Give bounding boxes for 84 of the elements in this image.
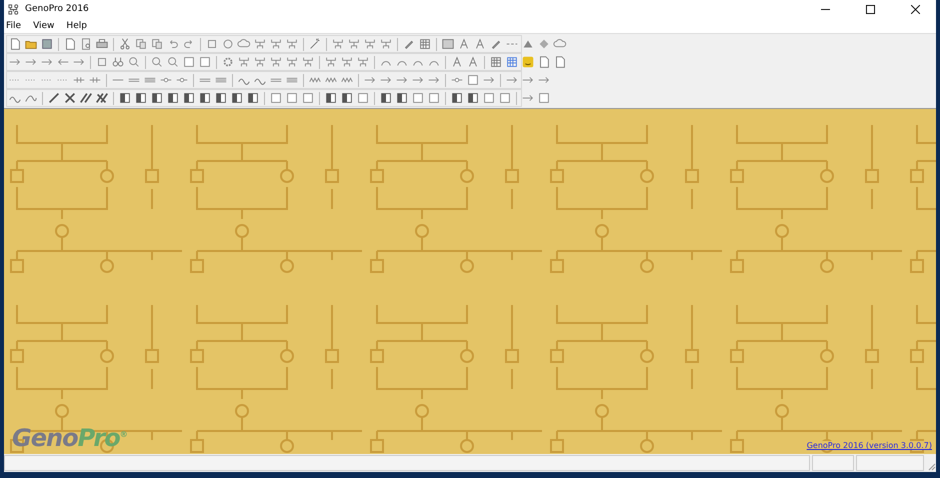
menu-item[interactable]: View	[33, 20, 54, 30]
frame-icon[interactable]	[198, 55, 212, 69]
picture-icon[interactable]	[441, 37, 455, 51]
pedigree-icon[interactable]	[269, 55, 283, 69]
frame-icon[interactable]	[182, 55, 196, 69]
square-icon[interactable]	[205, 37, 219, 51]
grid-icon[interactable]	[505, 55, 519, 69]
pedigree-icon[interactable]	[253, 37, 267, 51]
pedigree-icon[interactable]	[253, 55, 267, 69]
frame-icon[interactable]	[285, 91, 299, 105]
split-square-icon[interactable]	[198, 91, 212, 105]
menu-item[interactable]: Help	[66, 20, 87, 30]
pages-icon[interactable]	[134, 37, 148, 51]
document-icon[interactable]	[63, 37, 77, 51]
frame-icon[interactable]	[356, 91, 370, 105]
pedigree-icon[interactable]	[301, 55, 315, 69]
double-cross-icon[interactable]	[95, 91, 109, 105]
app-icon	[8, 4, 19, 14]
scissors-icon[interactable]	[118, 37, 132, 51]
frame-icon[interactable]	[482, 91, 496, 105]
split-square-icon[interactable]	[466, 91, 480, 105]
app-logo: GenoPro$^{®}$	[12, 424, 127, 452]
double-slash-icon[interactable]	[79, 91, 93, 105]
window-title: GenoPro 2016	[25, 4, 89, 14]
maximize-icon[interactable]	[866, 4, 875, 14]
pedigree-icon[interactable]	[363, 37, 377, 51]
split-square-icon[interactable]	[150, 91, 164, 105]
pedigree-icon[interactable]	[237, 55, 251, 69]
magnifier-icon[interactable]	[166, 55, 180, 69]
frame-icon[interactable]	[427, 91, 441, 105]
pedigree-icon[interactable]	[347, 37, 361, 51]
frame-icon[interactable]	[466, 73, 480, 87]
split-square-icon[interactable]	[340, 91, 354, 105]
square-icon[interactable]	[95, 55, 109, 69]
magnifier-icon[interactable]	[127, 55, 141, 69]
pedigree-icon[interactable]	[285, 55, 299, 69]
letter-icon[interactable]	[473, 37, 487, 51]
split-square-icon[interactable]	[246, 91, 260, 105]
binoculars-icon[interactable]	[111, 55, 125, 69]
slash-icon[interactable]	[47, 91, 61, 105]
grid-icon[interactable]	[418, 37, 432, 51]
split-square-icon[interactable]	[379, 91, 393, 105]
close-icon[interactable]	[911, 4, 920, 14]
split-square-icon[interactable]	[134, 91, 148, 105]
circle-icon[interactable]	[221, 37, 235, 51]
frame-icon[interactable]	[498, 91, 512, 105]
menu-item[interactable]: File	[6, 20, 22, 30]
pedigree-icon[interactable]	[269, 37, 283, 51]
document-icon[interactable]	[553, 55, 567, 69]
split-square-icon[interactable]	[182, 91, 196, 105]
split-square-icon[interactable]	[324, 91, 338, 105]
split-square-icon[interactable]	[395, 91, 409, 105]
pages-icon[interactable]	[150, 37, 164, 51]
version-link[interactable]: GenoPro 2016 (version 3.0.0.7)	[806, 441, 932, 450]
split-square-icon[interactable]	[166, 91, 180, 105]
pedigree-icon[interactable]	[331, 37, 345, 51]
pedigree-icon[interactable]	[324, 55, 338, 69]
split-square-icon[interactable]	[214, 91, 228, 105]
frame-icon[interactable]	[269, 91, 283, 105]
resize-grip-icon[interactable]	[926, 461, 936, 471]
frame-icon[interactable]	[301, 91, 315, 105]
grid-icon[interactable]	[489, 55, 503, 69]
printer-icon[interactable]	[95, 37, 109, 51]
split-square-icon[interactable]	[230, 91, 244, 105]
cross-icon[interactable]	[63, 91, 77, 105]
document-icon[interactable]	[537, 55, 551, 69]
wand-icon[interactable]	[308, 37, 322, 51]
document-icon[interactable]	[8, 37, 22, 51]
smiley-icon[interactable]	[521, 55, 535, 69]
split-square-icon[interactable]	[450, 91, 464, 105]
pedigree-icon[interactable]	[379, 37, 393, 51]
pedigree-icon[interactable]	[285, 37, 299, 51]
frame-icon[interactable]	[411, 91, 425, 105]
letter-icon[interactable]	[450, 55, 464, 69]
magnifier-icon[interactable]	[150, 55, 164, 69]
pedigree-icon[interactable]	[340, 55, 354, 69]
pedigree-icon[interactable]	[356, 55, 370, 69]
letter-icon[interactable]	[466, 55, 480, 69]
frame-icon[interactable]	[537, 91, 551, 105]
diamond-icon[interactable]	[537, 37, 551, 51]
gear-icon[interactable]	[221, 55, 235, 69]
letter-icon[interactable]	[457, 37, 471, 51]
page-preview-icon[interactable]	[79, 37, 93, 51]
split-square-icon[interactable]	[118, 91, 132, 105]
